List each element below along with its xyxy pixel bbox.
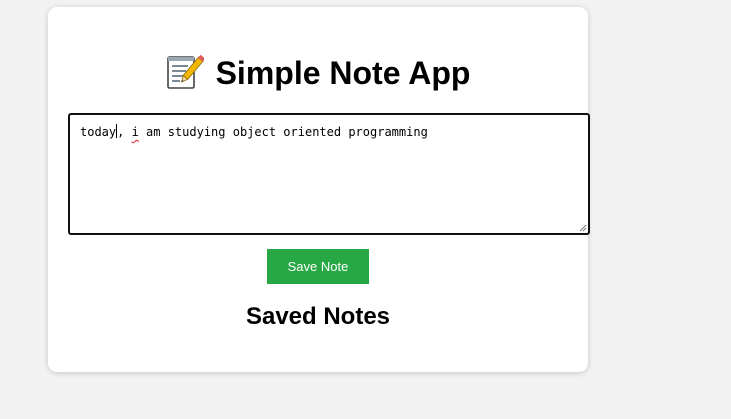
note-text-rest: am studying object oriented programming bbox=[138, 125, 428, 139]
page-title: Simple Note App bbox=[48, 51, 588, 101]
note-text-comma: , bbox=[117, 125, 132, 139]
page-title-text: Simple Note App bbox=[215, 55, 471, 91]
note-textarea[interactable]: today, i am studying object oriented pro… bbox=[68, 113, 590, 235]
misspelled-word: i bbox=[131, 125, 139, 139]
note-app-card: Simple Note App today, i am studying obj… bbox=[48, 7, 590, 372]
resize-handle-icon[interactable] bbox=[579, 224, 587, 232]
save-note-button[interactable]: Save Note bbox=[267, 249, 369, 284]
note-text-before-caret: today bbox=[80, 125, 117, 139]
memo-icon bbox=[166, 54, 205, 101]
saved-notes-heading: Saved Notes bbox=[245, 303, 391, 330]
